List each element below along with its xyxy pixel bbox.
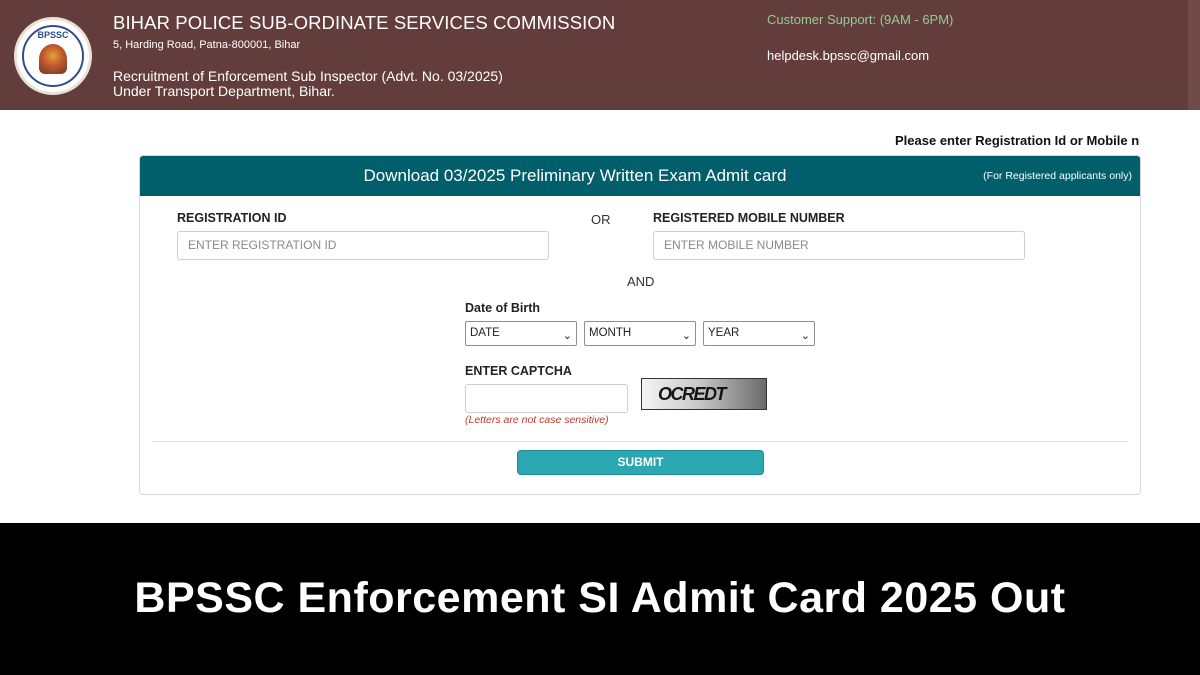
captcha-image: OCREDT (641, 378, 767, 410)
form-header: Download 03/2025 Preliminary Written Exa… (140, 156, 1140, 196)
captcha-input[interactable] (465, 384, 628, 413)
captcha-hint: (Letters are not case sensitive) (465, 414, 609, 426)
or-separator: OR (591, 212, 611, 227)
headline-banner: BPSSC Enforcement SI Admit Card 2025 Out (0, 523, 1200, 675)
captcha-text: OCREDT (658, 384, 727, 404)
form-subtitle: (For Registered applicants only) (983, 170, 1132, 182)
logo-text: BPSSC (37, 30, 69, 40)
logo-emblem-icon (39, 44, 67, 74)
year-select-value: YEAR (708, 327, 740, 339)
registration-id-input[interactable]: ENTER REGISTRATION ID (177, 231, 549, 260)
banner-headline: BPSSC Enforcement SI Admit Card 2025 Out (134, 574, 1066, 622)
scrollbar[interactable] (1188, 0, 1200, 110)
form-title: Download 03/2025 Preliminary Written Exa… (363, 166, 787, 185)
chevron-down-icon: ⌄ (800, 330, 810, 342)
org-title: BIHAR POLICE SUB-ORDINATE SERVICES COMMI… (113, 12, 616, 33)
helpdesk-email[interactable]: helpdesk.bpssc@gmail.com (767, 48, 929, 63)
dob-label: Date of Birth (465, 301, 540, 315)
marquee-notice: Please enter Registration Id or Mobile n… (895, 133, 1140, 148)
form-divider (152, 441, 1128, 442)
recruitment-line-1: Recruitment of Enforcement Sub Inspector… (113, 68, 503, 84)
registration-id-label: REGISTRATION ID (177, 211, 287, 225)
bpssc-logo: BPSSC (14, 17, 92, 95)
chevron-down-icon: ⌄ (681, 330, 691, 342)
recruitment-info: Recruitment of Enforcement Sub Inspector… (113, 69, 503, 99)
submit-button[interactable]: SUBMIT (517, 450, 764, 475)
captcha-label: ENTER CAPTCHA (465, 364, 572, 378)
month-select-value: MONTH (589, 327, 632, 339)
and-separator: AND (627, 274, 655, 289)
mobile-number-input[interactable]: ENTER MOBILE NUMBER (653, 231, 1025, 260)
customer-support: Customer Support: (9AM - 6PM) (767, 12, 954, 27)
mobile-number-label: REGISTERED MOBILE NUMBER (653, 211, 845, 225)
chevron-down-icon: ⌄ (562, 330, 572, 342)
admit-card-form: Download 03/2025 Preliminary Written Exa… (139, 155, 1141, 495)
recruitment-line-2: Under Transport Department, Bihar. (113, 83, 335, 99)
date-select-value: DATE (470, 327, 500, 339)
month-select[interactable]: MONTH ⌄ (584, 321, 696, 346)
year-select[interactable]: YEAR ⌄ (703, 321, 815, 346)
site-header: BPSSC BIHAR POLICE SUB-ORDINATE SERVICES… (0, 0, 1200, 110)
date-select[interactable]: DATE ⌄ (465, 321, 577, 346)
org-address: 5, Harding Road, Patna-800001, Bihar (113, 39, 301, 51)
